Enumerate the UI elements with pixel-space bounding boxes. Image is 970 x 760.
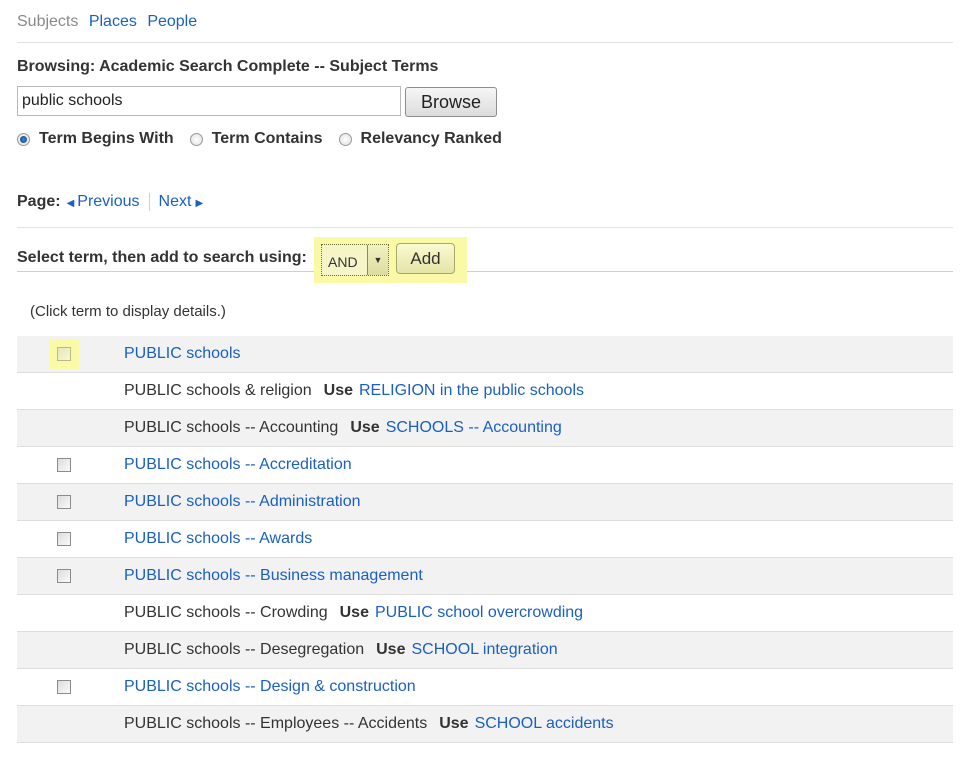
- browse-button[interactable]: Browse: [405, 87, 497, 117]
- term-label: PUBLIC schools & religion: [124, 382, 312, 399]
- use-term-link[interactable]: RELIGION in the public schools: [359, 382, 584, 399]
- use-label: Use: [350, 419, 380, 436]
- term-link[interactable]: PUBLIC schools -- Awards: [124, 530, 312, 547]
- browse-term-input[interactable]: [17, 86, 401, 116]
- term-checkbox[interactable]: [56, 679, 72, 695]
- term-row: PUBLIC schools -- Design & construction: [17, 669, 953, 706]
- term-row: PUBLIC schools & religion Use RELIGION in …: [17, 373, 953, 410]
- checkbox-icon[interactable]: [57, 532, 71, 546]
- term-content: PUBLIC schools -- Accreditation: [124, 456, 352, 474]
- radio-unchecked-icon[interactable]: [189, 132, 203, 146]
- term-checkbox[interactable]: [56, 531, 72, 547]
- checkbox-icon[interactable]: [57, 495, 71, 509]
- browsing-title: Browsing: Academic Search Complete -- Su…: [17, 58, 439, 75]
- term-list: PUBLIC schools PUBLIC schools & religion U…: [17, 336, 953, 743]
- use-label: Use: [376, 641, 406, 658]
- term-link[interactable]: PUBLIC schools: [124, 345, 241, 362]
- triangle-left-icon: ◀: [66, 198, 75, 209]
- next-label: Next: [158, 193, 192, 210]
- use-label: Use: [339, 604, 369, 621]
- term-content: PUBLIC schools -- Employees -- Accidents…: [124, 715, 614, 733]
- use-term-link[interactable]: PUBLIC school overcrowding: [375, 604, 583, 621]
- term-row: PUBLIC schools -- Accounting Use SCHOOLS -…: [17, 410, 953, 447]
- browse-type-tabs: Subjects Places People: [17, 13, 203, 31]
- term-checkbox[interactable]: [56, 568, 72, 584]
- term-checkbox[interactable]: [56, 457, 72, 473]
- previous-label: Previous: [77, 193, 140, 210]
- use-label: Use: [323, 382, 353, 399]
- term-content: PUBLIC schools -- Design & construction: [124, 678, 416, 696]
- radio-label: Term Contains: [211, 130, 323, 147]
- browse-mode-radios: Term Begins With Term Contains Relevancy…: [17, 130, 518, 148]
- add-button[interactable]: Add: [396, 243, 455, 274]
- term-content: PUBLIC schools -- Desegregation Use SCHOOL…: [124, 641, 558, 659]
- term-content: PUBLIC schools & religion Use RELIGION in …: [124, 382, 584, 400]
- radio-term-contains[interactable]: Term Contains: [189, 130, 323, 148]
- boolean-operator-select[interactable]: AND ▼: [321, 244, 389, 276]
- term-row: PUBLIC schools -- Business management: [17, 558, 953, 595]
- use-label: Use: [439, 715, 469, 732]
- checkbox-icon[interactable]: [57, 458, 71, 472]
- select-term-label: Select term, then add to search using:: [17, 249, 307, 266]
- radio-term-begins-with[interactable]: Term Begins With: [17, 130, 174, 148]
- term-label: PUBLIC schools -- Crowding: [124, 604, 328, 621]
- tab-subjects[interactable]: Subjects: [17, 13, 78, 30]
- term-content: PUBLIC schools -- Awards: [124, 530, 312, 548]
- pager-separator: [148, 193, 150, 211]
- term-link[interactable]: PUBLIC schools -- Business management: [124, 567, 423, 584]
- term-row: PUBLIC schools -- Accreditation: [17, 447, 953, 484]
- term-link[interactable]: PUBLIC schools -- Accreditation: [124, 456, 352, 473]
- chevron-down-icon[interactable]: ▼: [367, 245, 388, 275]
- radio-checked-icon[interactable]: [17, 132, 30, 146]
- radio-unchecked-icon[interactable]: [338, 132, 352, 146]
- checkbox-icon[interactable]: [57, 680, 71, 694]
- checkbox-icon[interactable]: [57, 347, 71, 361]
- radio-relevancy-ranked[interactable]: Relevancy Ranked: [338, 130, 502, 148]
- click-term-hint: (Click term to display details.): [30, 303, 226, 320]
- use-term-link[interactable]: SCHOOL accidents: [475, 715, 614, 732]
- term-content: PUBLIC schools -- Accounting Use SCHOOLS -…: [124, 419, 562, 437]
- term-label: PUBLIC schools -- Accounting: [124, 419, 339, 436]
- term-checkbox[interactable]: [56, 494, 72, 510]
- term-row: PUBLIC schools: [17, 336, 953, 373]
- term-checkbox[interactable]: [49, 339, 79, 369]
- term-link[interactable]: PUBLIC schools -- Design & construction: [124, 678, 416, 695]
- term-label: PUBLIC schools -- Employees -- Accidents: [124, 715, 428, 732]
- next-link[interactable]: Next ▶: [159, 193, 204, 211]
- term-row: PUBLIC schools -- Crowding Use PUBLIC scho…: [17, 595, 953, 632]
- use-term-link[interactable]: SCHOOLS -- Accounting: [386, 419, 562, 436]
- term-row: PUBLIC schools -- Administration: [17, 484, 953, 521]
- term-content: PUBLIC schools: [124, 345, 241, 363]
- term-content: PUBLIC schools -- Crowding Use PUBLIC scho…: [124, 604, 583, 622]
- use-term-link[interactable]: SCHOOL integration: [411, 641, 557, 658]
- divider: [17, 42, 953, 43]
- term-content: PUBLIC schools -- Business management: [124, 567, 423, 585]
- tab-places[interactable]: Places: [89, 13, 137, 30]
- pager-label: Page:: [17, 193, 61, 210]
- tab-people[interactable]: People: [147, 13, 197, 30]
- triangle-right-icon: ▶: [195, 198, 204, 209]
- radio-label: Term Begins With: [39, 130, 174, 147]
- term-content: PUBLIC schools -- Administration: [124, 493, 361, 511]
- checkbox-icon[interactable]: [57, 569, 71, 583]
- term-row: PUBLIC schools -- Desegregation Use SCHOOL…: [17, 632, 953, 669]
- radio-label: Relevancy Ranked: [360, 130, 502, 147]
- term-row: PUBLIC schools -- Awards: [17, 521, 953, 558]
- operator-value: AND: [328, 254, 358, 270]
- term-link[interactable]: PUBLIC schools -- Administration: [124, 493, 361, 510]
- divider: [17, 271, 953, 272]
- pager: Page: ◀ Previous Next ▶: [17, 193, 203, 211]
- previous-link[interactable]: ◀ Previous: [67, 193, 140, 211]
- term-label: PUBLIC schools -- Desegregation: [124, 641, 365, 658]
- term-row: PUBLIC schools -- Employees -- Accidents…: [17, 706, 953, 743]
- divider: [17, 227, 953, 228]
